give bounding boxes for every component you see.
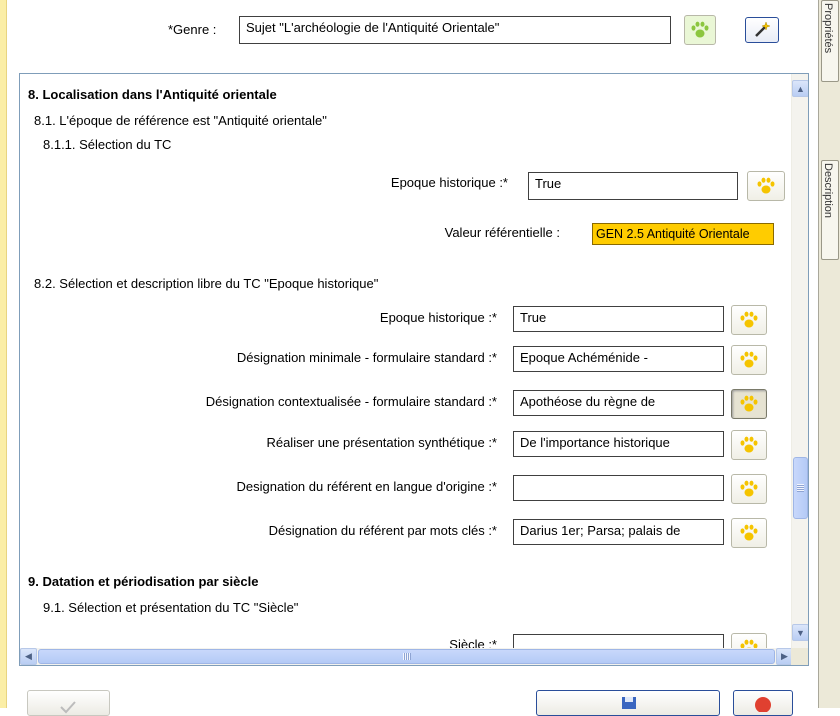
genre-paw-button[interactable] [684, 15, 716, 45]
section-9-title: 9. Datation et périodisation par siècle [28, 574, 259, 589]
valeur-referentielle-value: GEN 2.5 Antiquité Orientale [592, 223, 774, 245]
horizontal-scroll-thumb[interactable] [38, 649, 775, 664]
bottom-left-button[interactable] [27, 690, 110, 716]
cancel-icon [755, 697, 771, 712]
field-label-presentation-synthetique: Réaliser une présentation synthétique :* [266, 435, 497, 450]
side-tab-panel: Propriétés Description [818, 0, 840, 708]
scroll-grip [797, 484, 804, 492]
side-tab-properties-label: Propriétés [822, 3, 834, 54]
field-label-designation-contextualisee: Désignation contextualisée - formulaire … [205, 394, 497, 409]
scroll-up-icon[interactable]: ▲ [792, 80, 808, 97]
field-label-mots-cles: Désignation du référent par mots clés :* [268, 523, 497, 538]
paw-icon [740, 311, 758, 328]
scroll-corner [791, 648, 808, 665]
field-paw-button-mots-cles[interactable] [731, 518, 767, 548]
check-icon [60, 701, 76, 714]
paw-icon [740, 351, 758, 368]
field-label-designation-minimale: Désignation minimale - formulaire standa… [236, 350, 497, 365]
field-paw-button-epoque[interactable] [731, 305, 767, 335]
scroll-grip [402, 653, 411, 660]
scroll-down-icon[interactable]: ▼ [792, 624, 808, 641]
scroll-left-icon[interactable]: ◀ [20, 648, 37, 665]
valeur-referentielle-label: Valeur référentielle : [444, 225, 560, 240]
horizontal-scrollbar[interactable]: ◀ ▶ [20, 648, 794, 665]
magic-wand-icon [755, 21, 771, 37]
field-input-mots-cles[interactable]: Darius 1er; Parsa; palais de [513, 519, 724, 545]
form-scroll-panel[interactable]: 8. Localisation dans l'Antiquité orienta… [19, 73, 809, 666]
side-tab-description-label: Description [822, 163, 834, 219]
field-label-epoque: Epoque historique :* [379, 310, 497, 325]
paw-icon [740, 436, 758, 453]
left-edge-stripe [0, 0, 7, 708]
field-input-designation-minimale[interactable]: Epoque Achéménide - [513, 346, 724, 372]
magic-wand-button[interactable] [745, 17, 779, 43]
vertical-scrollbar[interactable]: ▲ ▼ [791, 74, 808, 648]
epoque-historique-field[interactable]: True [528, 172, 738, 200]
save-button[interactable] [536, 690, 720, 716]
field-paw-button-langue-origine[interactable] [731, 474, 767, 504]
epoque-historique-label: Epoque historique :* [390, 175, 508, 190]
paw-icon [740, 480, 758, 497]
paw-icon [740, 395, 758, 412]
section-8-1-title: 8.1. L'époque de référence est "Antiquit… [34, 113, 327, 128]
field-input-epoque[interactable]: True [513, 306, 724, 332]
section-8-title: 8. Localisation dans l'Antiquité orienta… [28, 87, 277, 102]
cancel-button[interactable] [733, 690, 793, 716]
paw-icon [757, 177, 775, 194]
field-input-designation-contextualisee[interactable]: Apothéose du règne de [513, 390, 724, 416]
section-8-2-title: 8.2. Sélection et description libre du T… [34, 276, 379, 291]
field-paw-button-presentation-synthetique[interactable] [731, 430, 767, 460]
field-paw-button-designation-contextualisee[interactable] [731, 389, 767, 419]
field-paw-button-designation-minimale[interactable] [731, 345, 767, 375]
paw-icon [691, 21, 709, 38]
section-9-1-title: 9.1. Sélection et présentation du TC "Si… [43, 600, 299, 615]
section-8-1-1-title: 8.1.1. Sélection du TC [43, 137, 172, 152]
side-tab-description[interactable]: Description [821, 160, 839, 260]
genre-field[interactable]: Sujet "L'archéologie de l'Antiquité Orie… [239, 16, 671, 44]
field-input-presentation-synthetique[interactable]: De l'importance historique [513, 431, 724, 457]
paw-icon [740, 524, 758, 541]
genre-label: *Genre : [168, 22, 217, 37]
side-tab-properties[interactable]: Propriétés [821, 0, 839, 82]
vertical-scroll-thumb[interactable] [793, 457, 808, 519]
field-label-langue-origine: Designation du référent en langue d'orig… [236, 479, 498, 494]
field-input-langue-origine[interactable] [513, 475, 724, 501]
epoque-historique-paw-button[interactable] [747, 171, 785, 201]
